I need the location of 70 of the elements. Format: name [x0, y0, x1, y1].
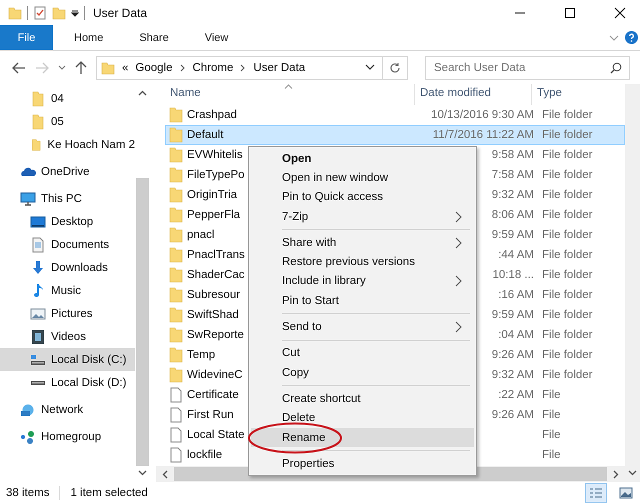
date-modified: 11/7/2016 11:22 AM	[432, 129, 534, 141]
file-type: File folder	[542, 189, 592, 201]
date-modified: 7:58 AM	[492, 169, 534, 181]
file-type: File folder	[542, 209, 592, 221]
file-name: FileTypePo	[187, 169, 245, 181]
date-modified: 9:26 AM	[492, 409, 534, 421]
window-title: User Data	[93, 6, 148, 20]
nav-label: Homegroup	[41, 430, 102, 442]
file-type: File	[542, 429, 561, 441]
file-type: File folder	[542, 289, 592, 301]
file-name: PnaclTrans	[187, 249, 245, 261]
file-type: File folder	[542, 369, 592, 381]
file-type: File	[542, 389, 561, 401]
nav-label: Pictures	[51, 308, 93, 320]
file-name: OriginTria	[187, 189, 238, 201]
file-name: WidevineC	[187, 369, 243, 381]
nav-label: Desktop	[51, 216, 94, 228]
file-name: Temp	[187, 349, 216, 361]
nav-label: Downloads	[51, 262, 108, 274]
file-type: File folder	[542, 249, 592, 261]
nav-label: Videos	[51, 330, 86, 342]
nav-label: Local Disk (D:)	[51, 376, 126, 388]
file-type: File folder	[542, 309, 592, 321]
file-type: File folder	[542, 169, 592, 181]
file-type: File folder	[542, 329, 592, 341]
date-modified: :44 AM	[498, 249, 534, 261]
file-type: File folder	[542, 229, 592, 241]
item-count: 38 items	[6, 486, 50, 498]
file-type: File folder	[542, 349, 592, 361]
file-type: File	[542, 409, 561, 421]
file-name: pnacl	[187, 229, 214, 241]
file-name: Default	[187, 129, 224, 141]
date-modified: :04 AM	[498, 329, 534, 341]
nav-label: Documents	[51, 238, 110, 250]
date-modified: 9:32 AM	[492, 369, 534, 381]
date-modified: 9:59 AM	[492, 229, 534, 241]
selection-count: 1 item selected	[70, 486, 148, 498]
file-name: SwiftShad	[187, 309, 239, 321]
file-name: SwReporte	[187, 329, 244, 341]
file-name: Local State	[187, 429, 245, 441]
file-type: File folder	[542, 129, 592, 141]
file-name: Certificate	[187, 389, 239, 401]
file-name: First Run	[187, 409, 234, 421]
nav-label: This PC	[41, 192, 82, 204]
nav-label: OneDrive	[41, 166, 90, 178]
date-modified: 9:58 AM	[492, 149, 534, 161]
file-name: lockfile	[187, 449, 222, 461]
nav-label: Music	[51, 284, 82, 296]
file-name: PepperFla	[187, 209, 240, 221]
nav-label: 05	[51, 116, 64, 128]
file-type: File folder	[542, 109, 592, 121]
file-name: ShaderCac	[187, 269, 245, 281]
nav-label: 04	[51, 92, 64, 104]
date-modified: 10:18 ...	[492, 269, 534, 281]
nav-label: Ke Hoach Nam 2	[47, 138, 135, 150]
file-name: EVWhitelis	[187, 149, 243, 161]
nav-label: Network	[41, 404, 84, 416]
file-name: Subresour	[187, 289, 240, 301]
file-type: File folder	[542, 149, 592, 161]
date-modified: 9:59 AM	[492, 309, 534, 321]
date-modified: 9:32 AM	[492, 189, 534, 201]
date-modified: 8:06 AM	[492, 209, 534, 221]
date-modified: :16 AM	[498, 289, 534, 301]
nav-label: Local Disk (C:)	[51, 354, 126, 366]
date-modified: 9:26 AM	[492, 349, 534, 361]
date-modified: :22 AM	[498, 389, 534, 401]
file-type: File folder	[542, 269, 592, 281]
date-modified: 10/13/2016 9:30 AM	[431, 109, 534, 121]
file-name: Crashpad	[187, 109, 237, 121]
file-type: File	[542, 449, 561, 461]
